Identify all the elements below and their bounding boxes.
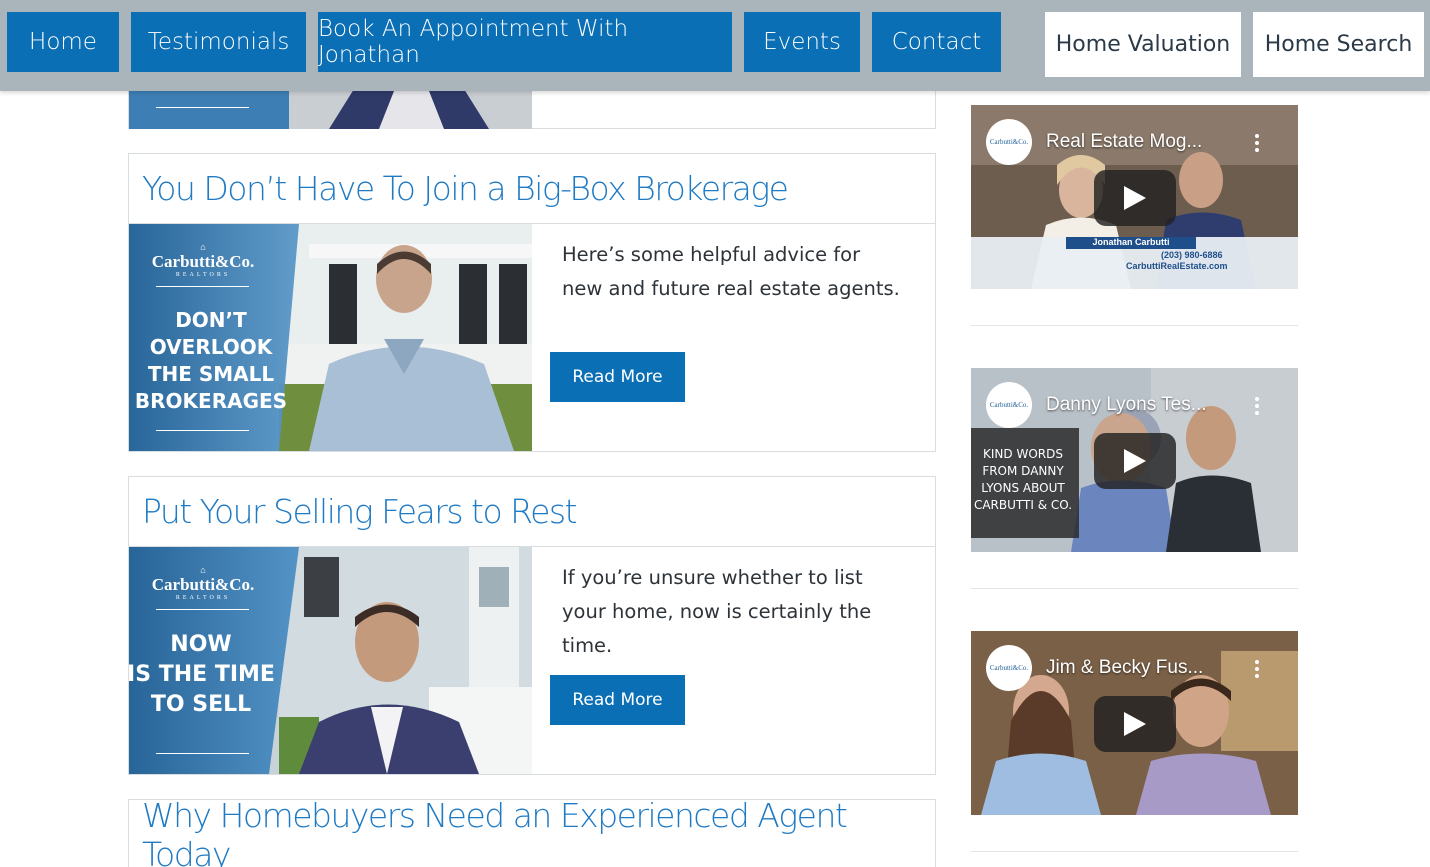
thumbnail-overlay-text: NOW IS THE TIME TO SELL	[129, 632, 275, 717]
more-options-icon[interactable]	[1254, 659, 1260, 679]
brand-logo: ⌂ Carbutti&Co. REALTORS	[151, 565, 255, 601]
play-button[interactable]	[1094, 170, 1176, 226]
post-card: Put Your Selling Fears to Rest ⌂ Carbutt…	[128, 476, 936, 775]
nav-home[interactable]: Home	[7, 12, 119, 72]
top-navigation: Home Testimonials Book An Appointment Wi…	[0, 0, 1430, 91]
nav-events[interactable]: Events	[744, 12, 860, 72]
post-title[interactable]: Put Your Selling Fears to Rest	[129, 477, 935, 547]
post-excerpt: Here’s some helpful advice for new and f…	[562, 243, 900, 300]
channel-avatar[interactable]: Carbutti&Co.	[986, 119, 1032, 165]
nav-home-search[interactable]: Home Search	[1253, 12, 1424, 77]
post-excerpt: If you’re unsure whether to list your ho…	[562, 566, 872, 657]
channel-avatar[interactable]: Carbutti&Co.	[986, 645, 1032, 691]
thumbnail-overlay-text: DON’T OVERLOOK THE SMALL BROKERAGES	[134, 308, 288, 413]
sidebar-divider	[971, 588, 1298, 589]
video-lower-name: Jonathan Carbutti	[1092, 237, 1170, 247]
brand-logo: ⌂ Carbutti&Co. REALTORS	[151, 242, 255, 278]
nav-contact[interactable]: Contact	[872, 12, 1001, 72]
divider-line	[156, 286, 249, 287]
sidebar-divider	[971, 851, 1298, 852]
post-card: Why Homebuyers Need an Experienced Agent…	[128, 796, 936, 867]
video-embed[interactable]: Jonathan Carbutti (203) 980-6886 Carbutt…	[971, 105, 1298, 289]
video-lower-phone: (203) 980-6886	[1161, 250, 1223, 260]
channel-avatar[interactable]: Carbutti&Co.	[986, 382, 1032, 428]
post-thumbnail[interactable]: ⌂ Carbutti&Co. REALTORS DON’T OVERLOOK T…	[129, 224, 532, 451]
video-overlay-text: KIND WORDS FROM DANNY LYONS ABOUT CARBUT…	[973, 447, 1073, 512]
play-button[interactable]	[1094, 696, 1176, 752]
post-title[interactable]: You Don’t Have To Join a Big-Box Brokera…	[129, 154, 935, 224]
sidebar-divider	[971, 325, 1298, 326]
more-options-icon[interactable]	[1254, 133, 1260, 153]
read-more-button[interactable]: Read More	[550, 352, 685, 402]
video-title[interactable]: Real Estate Mog...	[1046, 131, 1202, 153]
divider-line	[156, 753, 249, 754]
nav-home-valuation[interactable]: Home Valuation	[1045, 12, 1241, 77]
divider-line	[156, 609, 249, 610]
video-embed[interactable]: Carbutti&Co. Jim & Becky Fus...	[971, 631, 1298, 815]
divider-line	[156, 430, 249, 431]
video-embed[interactable]: KIND WORDS FROM DANNY LYONS ABOUT CARBUT…	[971, 368, 1298, 552]
post-thumbnail[interactable]: ⌂ Carbutti&Co. REALTORS NOW IS THE TIME …	[129, 547, 532, 774]
video-title[interactable]: Jim & Becky Fus...	[1046, 657, 1203, 679]
nav-book-appointment[interactable]: Book An Appointment With Jonathan	[318, 12, 732, 72]
read-more-button[interactable]: Read More	[550, 675, 685, 725]
more-options-icon[interactable]	[1254, 396, 1260, 416]
post-card: You Don’t Have To Join a Big-Box Brokera…	[128, 153, 936, 452]
video-lower-site: CarbuttiRealEstate.com	[1126, 261, 1228, 271]
nav-testimonials[interactable]: Testimonials	[131, 12, 306, 72]
video-title[interactable]: Danny Lyons Tes...	[1046, 394, 1207, 416]
play-icon	[1124, 449, 1146, 473]
play-icon	[1124, 186, 1146, 210]
play-icon	[1124, 712, 1146, 736]
post-title[interactable]: Why Homebuyers Need an Experienced Agent…	[129, 796, 935, 867]
play-button[interactable]	[1094, 433, 1176, 489]
